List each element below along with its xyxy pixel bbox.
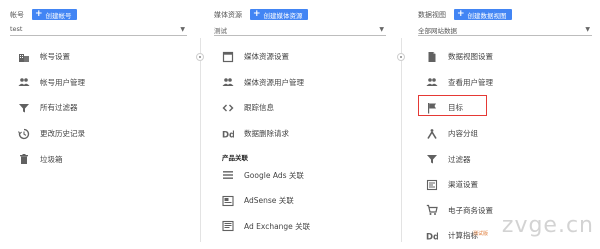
- product-links-title: 产品关联: [222, 154, 248, 163]
- filter-icon: [18, 102, 30, 114]
- users-icon: [18, 76, 30, 88]
- property-column: 媒体资源 + 创建媒体资源 测试 ▼ 媒体资源设置 媒体资源用户管理 跟踪信息: [204, 0, 394, 242]
- property-user-management-item[interactable]: 媒体资源用户管理: [222, 70, 390, 96]
- plus-icon: +: [457, 9, 465, 19]
- all-filters-label: 所有过滤器: [40, 103, 78, 113]
- account-header: 帐号 + 创建帐号: [10, 9, 77, 20]
- tracking-info-label: 跟踪信息: [244, 103, 274, 113]
- adsense-link-label: AdSense 关联: [244, 196, 294, 206]
- building-icon: [18, 51, 30, 63]
- view-settings-item[interactable]: 数据视图设置: [426, 44, 596, 70]
- users-icon: [426, 76, 438, 88]
- view-label: 数据视图: [418, 10, 446, 19]
- code-icon: [222, 102, 234, 114]
- account-selector[interactable]: test ▼: [10, 25, 187, 36]
- adsense-link-item[interactable]: AdSense 关联: [222, 188, 390, 214]
- users-icon: [222, 76, 234, 88]
- create-account-button[interactable]: + 创建帐号: [32, 9, 77, 20]
- create-property-label: 创建媒体资源: [263, 11, 303, 20]
- all-filters-item[interactable]: 所有过滤器: [18, 95, 191, 121]
- filter-icon: [426, 153, 438, 165]
- adsense-icon: [222, 195, 234, 207]
- tracking-info-item[interactable]: 跟踪信息: [222, 95, 390, 121]
- trash-icon: [18, 153, 30, 165]
- channel-settings-label: 渠道设置: [448, 180, 478, 190]
- content-grouping-icon: [426, 128, 438, 140]
- beta-badge: 测试版: [473, 231, 489, 237]
- dropdown-caret-icon: ▼: [585, 26, 590, 33]
- account-settings-label: 帐号设置: [40, 52, 70, 62]
- column-separator: [401, 38, 402, 242]
- view-settings-label: 数据视图设置: [448, 52, 493, 62]
- dd-icon: Dd: [222, 128, 234, 140]
- content-grouping-label: 内容分组: [448, 129, 478, 139]
- property-selector[interactable]: 测试 ▼: [214, 25, 386, 36]
- cart-icon: [426, 204, 438, 216]
- create-view-label: 创建数据视图: [467, 11, 507, 20]
- property-label: 媒体资源: [214, 10, 242, 19]
- channel-settings-icon: [426, 179, 438, 191]
- svg-text:Dd: Dd: [426, 232, 438, 242]
- dropdown-caret-icon: ▼: [379, 26, 384, 33]
- ecommerce-settings-label: 电子商务设置: [448, 205, 493, 215]
- account-settings-item[interactable]: 帐号设置: [18, 44, 191, 70]
- plus-icon: +: [253, 9, 261, 19]
- google-ads-link-item[interactable]: Google Ads 关联: [222, 162, 390, 188]
- google-ads-link-label: Google Ads 关联: [244, 170, 304, 180]
- view-column: 数据视图 + 创建数据视图 全部网站数据 ▼ 数据视图设置 查看用户管理 目标: [408, 0, 600, 242]
- change-history-item[interactable]: 更改历史记录: [18, 121, 191, 147]
- property-settings-label: 媒体资源设置: [244, 52, 289, 62]
- ad-exchange-link-label: Ad Exchange 关联: [244, 221, 311, 231]
- dropdown-caret-icon: ▼: [180, 26, 185, 33]
- property-user-management-label: 媒体资源用户管理: [244, 77, 304, 87]
- collapse-handle[interactable]: [397, 53, 405, 61]
- history-icon: [18, 128, 30, 140]
- view-filters-label: 过滤器: [448, 154, 471, 164]
- watermark: zvge.cn: [501, 213, 594, 238]
- property-header: 媒体资源 + 创建媒体资源: [214, 9, 308, 20]
- view-user-management-item[interactable]: 查看用户管理: [426, 70, 596, 96]
- trash-label: 垃圾箱: [40, 154, 63, 164]
- data-deletion-item[interactable]: Dd 数据删除请求: [222, 121, 390, 147]
- ad-exchange-link-item[interactable]: Ad Exchange 关联: [222, 214, 390, 240]
- create-account-label: 创建帐号: [45, 11, 72, 20]
- column-separator: [200, 38, 201, 242]
- property-selector-value: 测试: [214, 27, 227, 35]
- collapse-handle[interactable]: [196, 53, 204, 61]
- change-history-label: 更改历史记录: [40, 129, 85, 139]
- view-selector[interactable]: 全部网站数据 ▼: [418, 25, 592, 36]
- view-header: 数据视图 + 创建数据视图: [418, 9, 512, 20]
- channel-settings-item[interactable]: 渠道设置: [426, 172, 596, 198]
- create-view-button[interactable]: + 创建数据视图: [454, 9, 512, 20]
- create-property-button[interactable]: + 创建媒体资源: [250, 9, 308, 20]
- google-ads-icon: [222, 169, 234, 181]
- property-settings-item[interactable]: 媒体资源设置: [222, 44, 390, 70]
- account-user-management-item[interactable]: 帐号用户管理: [18, 70, 191, 96]
- view-selector-value: 全部网站数据: [418, 27, 457, 35]
- dd-icon: Dd: [426, 230, 438, 242]
- account-selector-value: test: [10, 25, 23, 33]
- svg-text:Dd: Dd: [222, 130, 234, 140]
- view-user-management-label: 查看用户管理: [448, 77, 493, 87]
- content-grouping-item[interactable]: 内容分组: [426, 121, 596, 147]
- account-user-management-label: 帐号用户管理: [40, 77, 85, 87]
- account-label: 帐号: [10, 10, 24, 19]
- account-menu: 帐号设置 帐号用户管理 所有过滤器 更改历史记录 垃圾箱: [18, 44, 191, 172]
- ad-exchange-icon: [222, 220, 234, 232]
- account-column: 帐号 + 创建帐号 test ▼ 帐号设置 帐号用户管理 所有过滤器 更改历史记…: [0, 0, 195, 242]
- data-deletion-label: 数据删除请求: [244, 129, 289, 139]
- trash-item[interactable]: 垃圾箱: [18, 146, 191, 172]
- document-icon: [426, 51, 438, 63]
- view-filters-item[interactable]: 过滤器: [426, 146, 596, 172]
- plus-icon: +: [35, 9, 43, 19]
- property-menu: 媒体资源设置 媒体资源用户管理 跟踪信息 Dd 数据删除请求 产品关联 Goog…: [222, 44, 390, 239]
- property-window-icon: [222, 51, 234, 63]
- goals-highlight-box: [418, 95, 487, 116]
